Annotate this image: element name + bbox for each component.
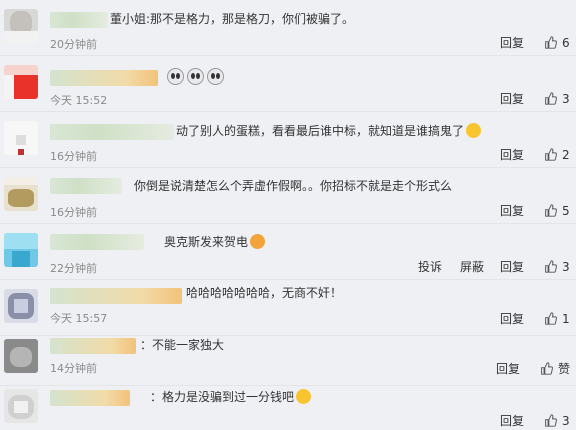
avatar[interactable]: [4, 65, 38, 99]
comment-actions: 回复 3: [500, 90, 570, 107]
comment-time: 16分钟前: [50, 206, 97, 219]
comment-actions: 回复 6: [500, 34, 570, 51]
shocked-face-icon: [167, 68, 184, 85]
reply-button[interactable]: 回复: [500, 412, 524, 429]
comment-text: [164, 68, 224, 86]
shocked-face-icon: [207, 68, 224, 85]
comment-text: 动了别人的蛋糕，看看最后谁中标，就知道是谁搞鬼了: [176, 122, 482, 140]
username[interactable]: [50, 12, 108, 28]
username[interactable]: [50, 338, 136, 354]
comment-item: 奥克斯发来贺电 22分钟前 投诉 屏蔽 回复 3: [0, 224, 576, 280]
avatar[interactable]: [4, 233, 38, 267]
comment-actions: 回复 5: [500, 202, 570, 219]
comment-item: 今天 15:52 回复 3: [0, 56, 576, 112]
reply-button[interactable]: 回复: [500, 202, 524, 219]
thumbs-up-icon[interactable]: [544, 92, 557, 105]
like-count: 5: [562, 203, 570, 218]
like-count: 2: [562, 147, 570, 162]
comment-text: 董小姐:那不是格力，那是格刀，你们被骗了。: [110, 12, 355, 26]
comment-time: 22分钟前: [50, 262, 97, 275]
comment-item: 董小姐:那不是格力，那是格刀，你们被骗了。 20分钟前 回复 6: [0, 0, 576, 56]
thumbs-up-icon[interactable]: [544, 204, 557, 217]
username[interactable]: [50, 178, 122, 194]
report-button[interactable]: 投诉: [418, 258, 442, 275]
comment-actions: 回复 1: [500, 310, 570, 327]
reply-button[interactable]: 回复: [500, 146, 524, 163]
celebration-icon: [250, 234, 266, 249]
comment-actions: 回复 赞: [496, 360, 570, 377]
username[interactable]: [50, 234, 144, 250]
comment-actions: 回复 3: [500, 412, 570, 429]
reply-button[interactable]: 回复: [500, 258, 524, 275]
thumbs-up-icon[interactable]: [544, 36, 557, 49]
comment-item: 哈哈哈哈哈哈哈，无商不奸！ 今天 15:57 回复 1: [0, 280, 576, 336]
comment-item: 你倒是说清楚怎么个弄虚作假啊。。你招标不就是走个形式么 16分钟前 回复 5: [0, 168, 576, 224]
comment-time: 今天 15:57: [50, 312, 108, 325]
username[interactable]: [50, 390, 130, 406]
comment-text: 奥克斯发来贺电: [164, 233, 266, 251]
like-count: 6: [562, 35, 570, 50]
avatar[interactable]: [4, 339, 38, 373]
avatar[interactable]: [4, 177, 38, 211]
comment-actions: 投诉 屏蔽 回复 3: [418, 258, 570, 275]
like-count: 1: [562, 311, 570, 326]
comment-text: 你倒是说清楚怎么个弄虚作假啊。。你招标不就是走个形式么: [134, 179, 453, 193]
like-count: 3: [562, 413, 570, 428]
username[interactable]: [50, 288, 182, 304]
like-count: 赞: [557, 362, 570, 376]
comment-text: ：不能一家独大: [140, 338, 225, 352]
laughing-face-icon: [466, 123, 482, 138]
shocked-face-icon: [187, 68, 204, 85]
username[interactable]: [50, 70, 158, 86]
thumbs-up-icon[interactable]: [544, 414, 557, 427]
thumbs-up-icon[interactable]: [540, 362, 553, 375]
avatar[interactable]: [4, 289, 38, 323]
reply-button[interactable]: 回复: [500, 34, 524, 51]
avatar[interactable]: [4, 389, 38, 423]
comment-item: ：格力是没骗到过一分钱吧 回复 3: [0, 380, 576, 430]
like-count: 3: [562, 91, 570, 106]
cat-face-icon: [296, 389, 312, 404]
comment-item: ：不能一家独大 14分钟前 回复 赞: [0, 330, 576, 386]
reply-button[interactable]: 回复: [500, 310, 524, 327]
reply-button[interactable]: 回复: [496, 360, 520, 377]
comment-time: 今天 15:52: [50, 94, 108, 107]
comment-text: ：格力是没骗到过一分钱吧: [150, 388, 312, 406]
avatar[interactable]: [4, 121, 38, 155]
comment-time: 16分钟前: [50, 150, 97, 163]
comment-actions: 回复 2: [500, 146, 570, 163]
thumbs-up-icon[interactable]: [544, 312, 557, 325]
comment-time: 14分钟前: [50, 362, 97, 375]
thumbs-up-icon[interactable]: [544, 260, 557, 273]
block-button[interactable]: 屏蔽: [460, 258, 484, 275]
username[interactable]: [50, 124, 174, 140]
avatar[interactable]: [4, 9, 38, 43]
like-count: 3: [562, 259, 570, 274]
comment-text: 哈哈哈哈哈哈哈，无商不奸！: [186, 286, 343, 300]
comment-item: 动了别人的蛋糕，看看最后谁中标，就知道是谁搞鬼了 16分钟前 回复 2: [0, 112, 576, 168]
reply-button[interactable]: 回复: [500, 90, 524, 107]
comment-time: 20分钟前: [50, 38, 97, 51]
thumbs-up-icon[interactable]: [544, 148, 557, 161]
